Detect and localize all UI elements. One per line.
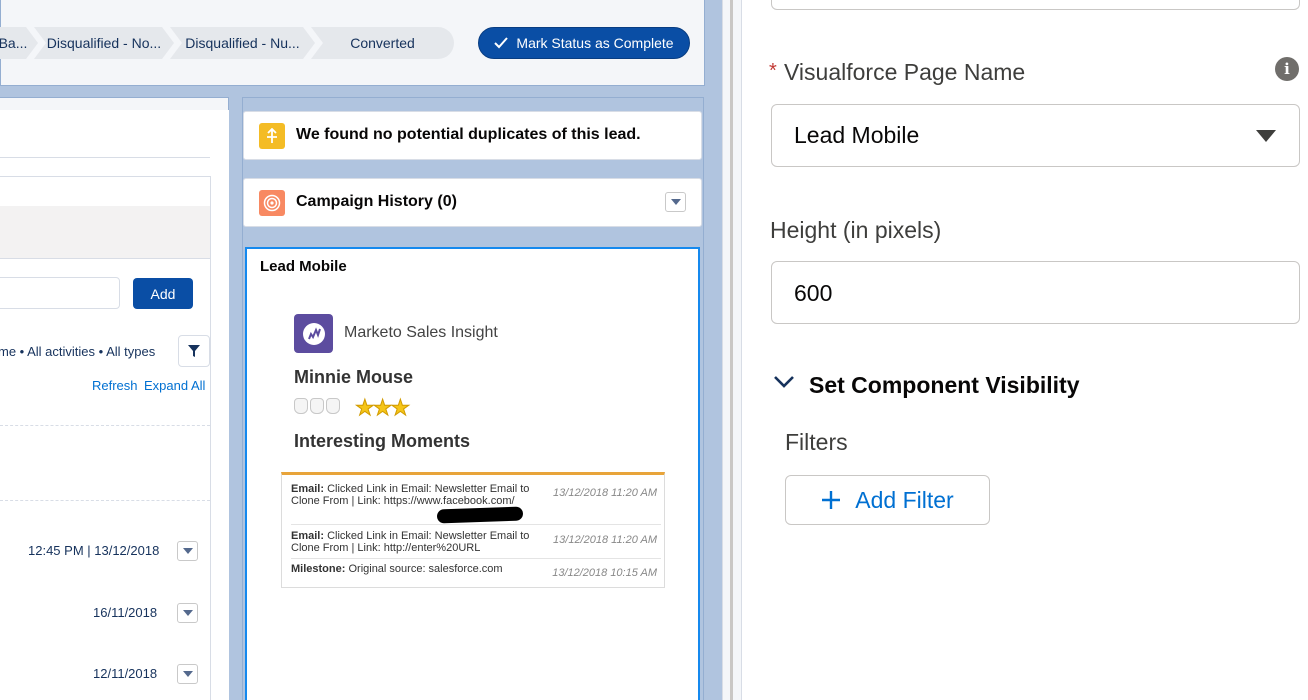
panel-resize-handle[interactable] bbox=[730, 0, 733, 700]
list-item: 13/12/2018 11:20 AM Email: Clicked Link … bbox=[291, 530, 661, 554]
path-stage-label: Disqualified - Nu... bbox=[185, 35, 300, 51]
activity-filter-summary: me • All activities • All types bbox=[0, 344, 156, 359]
activity-item-menu[interactable] bbox=[177, 664, 198, 684]
height-label: Height (in pixels) bbox=[770, 217, 942, 243]
path-stage-label: Ba... bbox=[0, 35, 28, 51]
caret-down-icon bbox=[1256, 130, 1276, 142]
visualforce-page-name-label: Visualforce Page Name bbox=[784, 59, 1026, 85]
lead-name: Minnie Mouse bbox=[294, 367, 414, 387]
path-stage[interactable]: Disqualified - Nu... bbox=[170, 27, 315, 59]
chevron-down-icon[interactable] bbox=[773, 370, 795, 392]
visualforce-card-title: Lead Mobile bbox=[260, 258, 347, 275]
divider bbox=[0, 425, 210, 426]
urgency-icon bbox=[310, 398, 324, 414]
list-item: 13/12/2018 11:20 AM Email: Clicked Link … bbox=[291, 483, 661, 507]
divider bbox=[291, 524, 661, 525]
priority-stars-icon: ★★★ bbox=[354, 395, 410, 421]
path-stage-label: Converted bbox=[350, 35, 415, 51]
chevron-down-icon bbox=[182, 548, 193, 554]
activity-date: 12:45 PM | 13/12/2018 bbox=[28, 543, 160, 558]
activity-item-menu[interactable] bbox=[177, 603, 198, 623]
redaction-mark bbox=[436, 506, 524, 524]
interesting-moments-heading: Interesting Moments bbox=[294, 431, 471, 451]
height-value: 600 bbox=[794, 280, 833, 306]
marketo-app-name: Marketo Sales Insight bbox=[344, 324, 498, 341]
visualforce-page-value: Lead Mobile bbox=[794, 122, 920, 148]
add-filter-button[interactable]: Add Filter bbox=[785, 475, 990, 525]
list-item: 13/12/2018 10:15 AM Milestone: Original … bbox=[291, 563, 661, 579]
filter-icon bbox=[188, 345, 200, 357]
marketo-logo-icon bbox=[294, 314, 333, 353]
mark-status-complete-button[interactable]: Mark Status as Complete bbox=[478, 27, 690, 59]
activity-item-menu[interactable] bbox=[177, 541, 198, 561]
height-input[interactable] bbox=[771, 261, 1300, 324]
moment-text: Original source: salesforce.com bbox=[348, 563, 503, 575]
duplicate-icon bbox=[259, 123, 285, 149]
checkmark-icon bbox=[494, 37, 509, 49]
activity-subject-input[interactable] bbox=[0, 277, 120, 309]
add-activity-button[interactable]: Add bbox=[133, 278, 193, 309]
moment-type: Email: bbox=[291, 530, 325, 542]
urgency-icons bbox=[294, 398, 342, 418]
moment-text: Clicked Link in Email: Newsletter Email … bbox=[291, 483, 530, 507]
required-marker: * bbox=[769, 60, 777, 82]
path-stage-label: Disqualified - No... bbox=[46, 35, 162, 51]
activity-date: 16/11/2018 bbox=[93, 605, 158, 620]
moment-type: Milestone: bbox=[291, 563, 346, 575]
property-field[interactable] bbox=[771, 0, 1300, 10]
moment-date: 13/12/2018 11:20 AM bbox=[553, 487, 657, 499]
path-stage[interactable]: Disqualified - No... bbox=[34, 27, 174, 59]
interesting-moments-list: 13/12/2018 11:20 AM Email: Clicked Link … bbox=[281, 472, 665, 588]
moment-text: Clicked Link in Email: Newsletter Email … bbox=[291, 530, 530, 554]
path-stage[interactable]: Converted bbox=[311, 27, 454, 59]
campaign-icon bbox=[259, 190, 285, 216]
activity-date: 12/11/2018 bbox=[93, 666, 158, 681]
divider bbox=[0, 500, 210, 501]
mark-status-label: Mark Status as Complete bbox=[516, 35, 674, 51]
expand-all-link[interactable]: Expand All bbox=[144, 378, 205, 393]
urgency-icon bbox=[294, 398, 308, 414]
activity-filter-button[interactable] bbox=[178, 335, 210, 367]
campaign-history-title: Campaign History (0) bbox=[296, 193, 457, 210]
info-icon[interactable]: i bbox=[1275, 57, 1299, 81]
chevron-down-icon bbox=[182, 671, 193, 677]
filters-label: Filters bbox=[785, 429, 848, 455]
chevron-down-icon bbox=[182, 610, 193, 616]
moment-date: 13/12/2018 11:20 AM bbox=[553, 534, 657, 546]
set-component-visibility-heading[interactable]: Set Component Visibility bbox=[809, 372, 1080, 399]
refresh-link[interactable]: Refresh bbox=[92, 378, 138, 393]
urgency-icon bbox=[326, 398, 340, 414]
divider bbox=[291, 558, 661, 559]
divider bbox=[0, 157, 210, 158]
duplicates-message: We found no potential duplicates of this… bbox=[296, 126, 641, 143]
chevron-down-icon bbox=[670, 199, 681, 205]
add-filter-label: Add Filter bbox=[855, 486, 954, 513]
moment-type: Email: bbox=[291, 483, 325, 495]
plus-icon bbox=[822, 491, 841, 509]
moment-date: 13/12/2018 10:15 AM bbox=[552, 567, 657, 579]
activity-tabs-bar[interactable] bbox=[0, 206, 210, 259]
campaign-menu-button[interactable] bbox=[665, 192, 686, 212]
add-activity-label: Add bbox=[150, 285, 176, 302]
